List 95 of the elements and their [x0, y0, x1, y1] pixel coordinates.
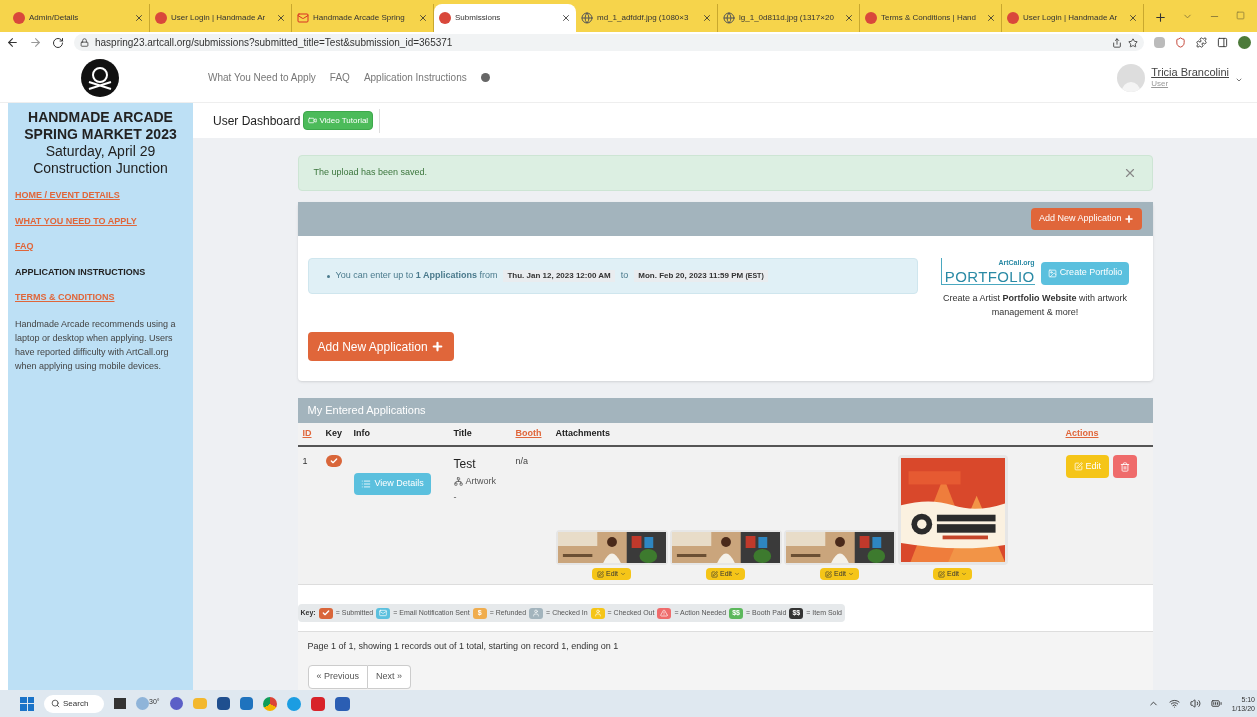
reload-icon[interactable]	[52, 36, 64, 49]
event-subtitle: Saturday, April 29 Construction Junction	[32, 143, 169, 177]
column-header: Title	[453, 427, 473, 441]
user-role: User	[1151, 79, 1170, 90]
tab-title: Admin/Details	[29, 12, 80, 24]
nav-link[interactable]: FAQ	[329, 70, 350, 85]
avatar	[1117, 63, 1146, 92]
nav-link[interactable]: What You Need to Apply	[208, 70, 316, 85]
column-header: Attachments	[555, 427, 611, 441]
caret-icon	[734, 571, 741, 577]
url-field[interactable]: haspring23.artcall.org/submissions?submitted_title=Test&submission_id=365371	[74, 34, 1144, 51]
tab-title: User Login | Handmade Ar	[171, 12, 267, 24]
table-cell-text: n/a	[515, 455, 529, 468]
site-icon	[13, 12, 25, 24]
search-icon	[51, 699, 60, 708]
shield-icon[interactable]	[1175, 37, 1186, 48]
table-cell-text: 1	[302, 455, 309, 468]
caret-icon	[961, 571, 968, 577]
chat-icon[interactable]	[169, 697, 183, 710]
column-header: Info	[353, 427, 371, 441]
edit-icon	[710, 570, 718, 578]
tab-title: md_1_adfddf.jpg (1080×3	[597, 12, 690, 24]
start-icon[interactable]	[20, 696, 34, 711]
device-note: Handmade Arcade recommends using a laptop or desktop when applying. Users have reported difficulty with ArtCall.org when applying using mobile devices.	[15, 317, 177, 373]
category-icon	[453, 477, 463, 487]
tab-title: Terms & Conditions | Hand	[881, 12, 977, 24]
event-title: HANDMADE ARCADE SPRING MARKET 2023	[23, 109, 178, 143]
category-label: Artwork	[465, 475, 496, 488]
dashboard-title: User Dashboard	[213, 112, 301, 130]
tab-title: lg_1_0d811d.jpg (1317×20	[739, 12, 835, 24]
side-panel-icon[interactable]	[1217, 37, 1228, 48]
site-icon	[865, 12, 877, 24]
site-icon	[155, 12, 167, 24]
user-name[interactable]: Tricia Brancolini	[1151, 65, 1229, 80]
close-icon[interactable]	[418, 13, 428, 23]
sidebar-item[interactable]: APPLICATION INSTRUCTIONS	[15, 265, 186, 279]
caret-icon	[848, 571, 855, 577]
tab-title: User Login | Handmade Ar	[1023, 12, 1119, 24]
close-icon[interactable]	[561, 13, 571, 23]
alert-message: The upload has been saved.	[313, 166, 428, 180]
close-icon[interactable]	[134, 13, 144, 23]
close-icon[interactable]	[276, 13, 286, 23]
pagination-button[interactable]: « Previous	[307, 664, 369, 689]
tab-title: Submissions	[455, 12, 502, 24]
date-chip: Thu. Jan 12, 2023 12:00 AM	[503, 270, 615, 282]
site-icon	[1007, 12, 1019, 24]
url-text: haspring23.artcall.org/submissions?submitted_title=Test&submission_id=365371	[95, 36, 453, 50]
new-tab-icon[interactable]	[1154, 11, 1167, 24]
browser-icon[interactable]	[262, 696, 277, 711]
taskbar-search[interactable]: Search	[44, 694, 104, 713]
back-icon[interactable]	[6, 36, 19, 49]
bullet-icon	[326, 274, 330, 278]
delete-button[interactable]	[1113, 455, 1137, 478]
app-icon[interactable]	[239, 697, 253, 710]
trash-icon	[1120, 461, 1130, 472]
edit-icon	[937, 570, 945, 578]
close-icon[interactable]	[1128, 13, 1138, 23]
forward-icon[interactable]	[29, 36, 42, 49]
caret-icon	[620, 571, 627, 577]
date-connector: to	[620, 269, 629, 283]
mail-icon	[297, 13, 309, 23]
edit-icon	[824, 570, 832, 578]
globe-icon	[723, 12, 735, 24]
close-icon[interactable]	[844, 13, 854, 23]
entry-limit-text: You can enter up to 1 Applications from	[335, 269, 498, 283]
list-icon	[360, 479, 371, 489]
tab-title: Handmade Arcade Spring	[313, 12, 406, 24]
close-icon[interactable]	[986, 13, 996, 23]
application-title: Test	[453, 456, 477, 473]
nav-link[interactable]: Application Instructions	[363, 70, 467, 85]
edit-icon	[596, 570, 604, 578]
table-cell-text: -	[453, 490, 458, 504]
extensions-icon[interactable]	[1196, 37, 1207, 48]
plus-icon	[430, 340, 444, 353]
close-icon[interactable]	[702, 13, 712, 23]
site-icon	[439, 12, 451, 24]
column-header: Key	[325, 427, 343, 441]
share-icon[interactable]	[1112, 37, 1122, 48]
profile-icon[interactable]	[1238, 36, 1251, 49]
table-title: My Entered Applications	[307, 403, 426, 419]
video-icon	[308, 116, 318, 125]
battery-icon[interactable]	[1210, 698, 1222, 709]
plus-icon	[1123, 214, 1134, 224]
bookmark-icon[interactable]	[1128, 37, 1138, 48]
pagination-button[interactable]: Next »	[368, 664, 412, 689]
network-icon[interactable]	[1168, 698, 1180, 709]
volume-icon[interactable]	[1189, 698, 1201, 709]
portfolio-description: Create a Artist Portfolio Website with artwork management & more!	[942, 291, 1128, 319]
browser-tab[interactable]: Submissions	[434, 4, 576, 32]
image-icon	[1047, 268, 1057, 278]
pagination-summary: Page 1 of 1, showing 1 records out of 1 total, starting on record 1, ending on 1	[307, 640, 620, 654]
logo-icon	[80, 57, 120, 98]
globe-icon	[581, 12, 593, 24]
lock-icon	[80, 38, 89, 47]
edit-icon	[1073, 462, 1083, 471]
